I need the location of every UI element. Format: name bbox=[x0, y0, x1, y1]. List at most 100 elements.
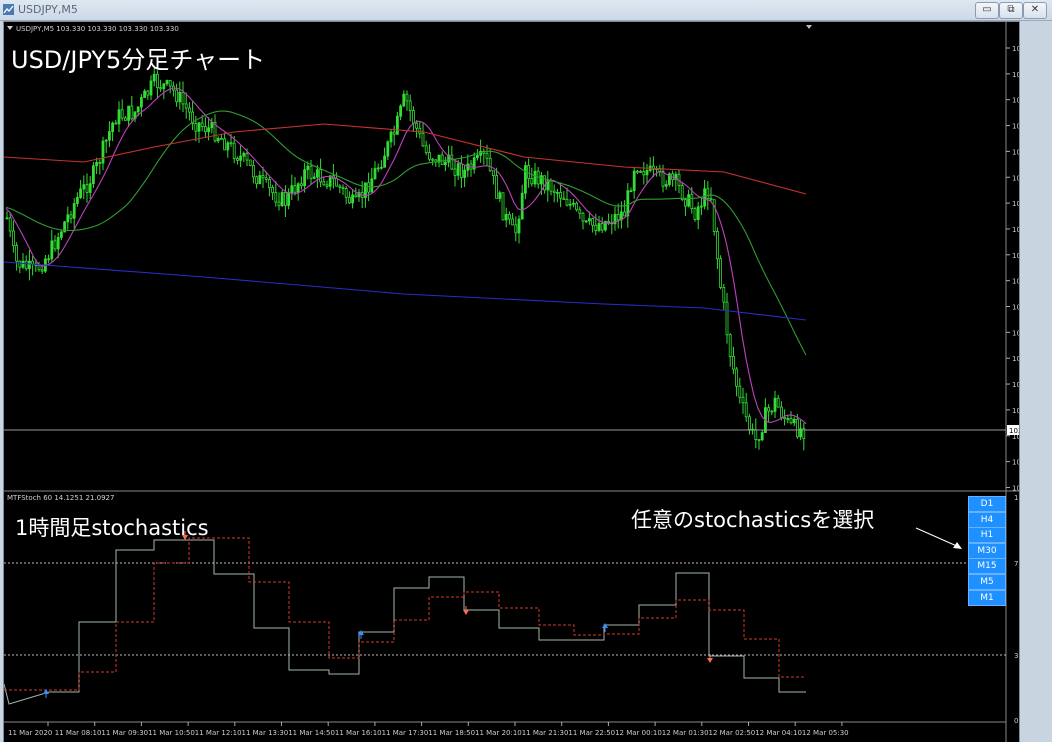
price-tick-label: 105.325 bbox=[1012, 45, 1019, 53]
candle-body bbox=[524, 165, 527, 194]
candle-body bbox=[408, 100, 412, 111]
candle-body bbox=[277, 201, 281, 206]
candle-body bbox=[155, 73, 159, 88]
candle-body bbox=[581, 212, 585, 222]
candle-body bbox=[370, 178, 374, 193]
candle-body bbox=[716, 231, 719, 260]
candle-body bbox=[11, 230, 15, 247]
candle-body bbox=[597, 223, 601, 231]
price-tick-label: 105.055 bbox=[1012, 97, 1019, 105]
timeframe-button-m1[interactable]: M1 bbox=[968, 590, 1006, 606]
candle-body bbox=[296, 183, 300, 193]
candle-body bbox=[207, 127, 211, 133]
candle-body bbox=[306, 165, 310, 171]
timeframe-button-h1[interactable]: H1 bbox=[968, 527, 1006, 543]
time-tick-label: 11 Mar 2020 bbox=[8, 729, 52, 737]
candle-body bbox=[719, 258, 722, 288]
timeframe-button-m15[interactable]: M15 bbox=[968, 558, 1006, 574]
candle-body bbox=[636, 170, 639, 173]
candle-body bbox=[149, 80, 153, 96]
candle-body bbox=[725, 301, 729, 336]
time-tick-label: 12 Mar 01:30 bbox=[662, 729, 709, 737]
candle-body bbox=[274, 192, 278, 203]
candle-body bbox=[773, 397, 777, 412]
candle-body bbox=[632, 170, 636, 192]
candle-body bbox=[562, 197, 566, 200]
symbol-menu-icon[interactable] bbox=[7, 26, 13, 30]
minimize-button[interactable]: ▭ bbox=[975, 2, 999, 19]
candle-body bbox=[104, 139, 108, 142]
candle-body bbox=[325, 184, 329, 187]
candle-body bbox=[780, 406, 783, 418]
candle-body bbox=[203, 126, 207, 133]
close-button[interactable]: ✕ bbox=[1023, 2, 1047, 19]
timeframe-button-m30[interactable]: M30 bbox=[968, 543, 1006, 559]
candle-body bbox=[79, 188, 82, 198]
candle-body bbox=[117, 109, 121, 125]
price-tick-label: 104.515 bbox=[1012, 200, 1019, 208]
candle-body bbox=[18, 260, 22, 268]
candle-body bbox=[287, 192, 291, 206]
price-tick-label: 104.785 bbox=[1012, 148, 1019, 156]
price-tick-label: 104.110 bbox=[1012, 278, 1019, 286]
sub-chart-annotation: 1時間足stochastics bbox=[15, 516, 209, 540]
candle-body bbox=[552, 190, 556, 193]
candle-body bbox=[92, 165, 95, 185]
timeframe-button-h4[interactable]: H4 bbox=[968, 512, 1006, 528]
time-tick-label: 11 Mar 18:50 bbox=[428, 729, 475, 737]
candle-body bbox=[210, 121, 214, 129]
main-chart-header: USDJPY,M5 103.330 103.330 103.330 103.33… bbox=[16, 25, 179, 33]
candle-body bbox=[527, 165, 530, 179]
candle-body bbox=[271, 187, 275, 193]
candle-body bbox=[347, 196, 351, 204]
candle-body bbox=[511, 218, 515, 226]
candle-body bbox=[792, 418, 796, 424]
candle-body bbox=[543, 175, 546, 191]
candle-body bbox=[40, 269, 44, 272]
candle-body bbox=[431, 158, 435, 161]
candle-body bbox=[568, 203, 572, 206]
candle-body bbox=[82, 184, 86, 190]
price-tick-label: 103.435 bbox=[1012, 407, 1019, 415]
timeframe-button-d1[interactable]: D1 bbox=[968, 496, 1006, 512]
candle-body bbox=[143, 90, 147, 98]
restore-button[interactable]: ⧉ bbox=[999, 2, 1023, 19]
time-tick-label: 11 Mar 16:10 bbox=[335, 729, 382, 737]
scroll-marker-icon bbox=[806, 25, 812, 29]
candle-body bbox=[322, 181, 326, 186]
candle-body bbox=[687, 194, 690, 207]
candle-body bbox=[405, 93, 409, 102]
candle-body bbox=[572, 202, 575, 205]
candle-body bbox=[181, 91, 185, 105]
candle-body bbox=[386, 141, 390, 157]
candle-body bbox=[162, 83, 166, 90]
price-tick-label: 103.705 bbox=[1012, 355, 1019, 363]
candle-body bbox=[748, 416, 751, 430]
candle-body bbox=[754, 429, 758, 440]
candle-body bbox=[578, 209, 582, 214]
candle-body bbox=[700, 205, 703, 208]
candle-body bbox=[66, 214, 70, 223]
time-tick-label: 11 Mar 14:50 bbox=[288, 729, 335, 737]
candle-body bbox=[488, 157, 492, 172]
candle-body bbox=[722, 287, 726, 303]
candle-body bbox=[354, 194, 358, 198]
time-tick-label: 11 Mar 09:30 bbox=[101, 729, 148, 737]
candle-body bbox=[242, 152, 246, 157]
candle-body bbox=[261, 175, 265, 179]
candle-body bbox=[95, 162, 98, 167]
chart-canvas[interactable]: USDJPY,M5 103.330 103.330 103.330 103.33… bbox=[4, 22, 1019, 743]
candle-body bbox=[379, 166, 383, 169]
candle-body bbox=[440, 154, 444, 166]
timeframe-button-m5[interactable]: M5 bbox=[968, 574, 1006, 590]
candle-body bbox=[124, 117, 127, 121]
candle-body bbox=[475, 154, 479, 159]
chart-window[interactable]: USDJPY,M5 103.330 103.330 103.330 103.33… bbox=[3, 21, 1020, 744]
candle-body bbox=[501, 192, 505, 221]
candle-body bbox=[351, 194, 355, 204]
candle-body bbox=[264, 177, 268, 180]
candle-body bbox=[626, 190, 630, 217]
candle-body bbox=[85, 184, 89, 193]
time-tick-label: 11 Mar 22:50 bbox=[568, 729, 615, 737]
candle-body bbox=[235, 158, 239, 161]
